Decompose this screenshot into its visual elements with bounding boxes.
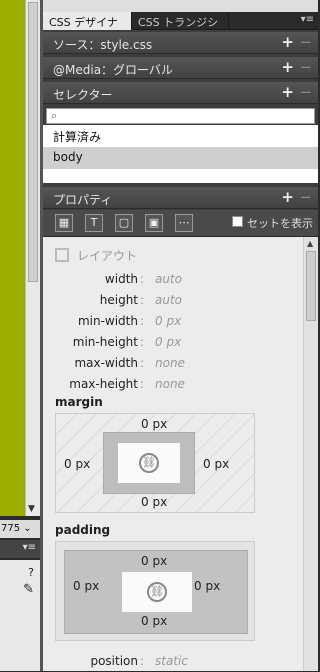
tab-css-transitions[interactable]: CSS トランジション [132,12,229,45]
colon: : [140,377,145,391]
property-name: max-height [69,377,138,391]
panel-menu-icon[interactable]: ▾≡ [301,14,314,25]
colon: : [140,272,145,286]
property-row[interactable]: min-height:0 px [43,335,303,353]
add-selector-icon[interactable]: + [281,83,294,101]
property-row[interactable]: width: auto [43,272,303,290]
scroll-up-arrow-icon[interactable]: ▲ [307,239,313,248]
property-name: min-width [77,314,138,328]
layout-category: レイアウト [55,247,137,264]
selector-item-computed[interactable]: 計算済み [43,125,318,147]
add-media-icon[interactable]: + [281,58,294,76]
left-panel-header: ▾≡ [0,540,40,558]
margin-top-value[interactable]: 0 px [141,417,167,431]
panel-menu-icon[interactable]: ▾≡ [23,542,36,553]
properties-list: レイアウト width: auto height: auto min-width:0… [43,237,303,671]
margin-inner: ⛓ [103,432,195,494]
scrollbar-thumb[interactable] [28,2,38,282]
selectors-label: セレクター [53,88,113,102]
scroll-down-arrow-icon[interactable]: ▼ [28,504,35,514]
link-values-icon[interactable]: ⛓ [147,582,167,602]
colon: : [140,293,145,307]
selector-item-body[interactable]: body [43,147,318,169]
colon: : [140,654,145,668]
margin-core: ⛓ [118,443,180,483]
properties-header[interactable]: プロパティ + − [43,187,318,209]
property-value[interactable]: 0 px [155,335,181,349]
layout-category-icon[interactable]: ▦ [55,214,73,232]
property-row[interactable]: max-width: none [43,356,303,374]
more-category-icon[interactable]: ⋯ [175,214,193,232]
show-set-checkbox[interactable] [232,216,243,227]
scrollbar-thumb[interactable] [306,251,316,321]
margin-left-value[interactable]: 0 px [64,457,90,471]
remove-source-icon[interactable]: − [299,33,312,51]
property-value[interactable]: none [155,377,185,391]
property-name: position [90,654,138,668]
padding-right-value[interactable]: 0 px [194,579,220,593]
zoom-level[interactable]: 775 ⌄ [0,520,40,538]
sources-label: ソース：style.css [53,38,153,52]
chevron-down-icon: ⌄ [23,523,32,534]
property-row[interactable]: min-width:0 px [43,314,303,332]
selector-search-input[interactable]: ⌕ [46,108,315,124]
property-row[interactable]: max-height: none [43,377,303,395]
add-source-icon[interactable]: + [281,33,294,51]
property-name: max-width [74,356,138,370]
add-property-icon[interactable]: + [281,188,294,206]
colon: : [140,356,145,370]
properties-label: プロパティ [53,193,113,207]
property-value[interactable]: auto [155,293,182,307]
property-value[interactable]: 0 px [155,314,181,328]
document-vertical-scrollbar[interactable]: ▼ [25,0,40,516]
margin-bottom-value[interactable]: 0 px [141,495,167,509]
selector-list: 計算済み body [43,125,318,183]
padding-label: padding [55,523,111,537]
border-category-icon[interactable]: ▢ [115,214,133,232]
remove-media-icon[interactable]: − [299,58,312,76]
top-strip [43,0,318,12]
property-name: height [99,293,138,307]
property-value[interactable]: static [155,654,188,668]
selectors-header[interactable]: セレクター + − [43,82,318,104]
colon: : [140,314,145,328]
property-category-toolbar: ▦ T ▢ ▣ ⋯ セットを表示 [43,210,318,237]
background-category-icon[interactable]: ▣ [145,214,163,232]
search-icon: ⌕ [51,109,58,122]
text-category-icon[interactable]: T [85,214,103,232]
property-row[interactable]: position: static [43,654,303,672]
tab-css-designer[interactable]: CSS デザイナー [43,12,132,45]
help-icon[interactable]: ? [28,566,34,579]
link-values-icon[interactable]: ⛓ [139,453,159,473]
padding-bottom-value[interactable]: 0 px [141,614,167,628]
remove-selector-icon[interactable]: − [299,83,312,101]
padding-box: ⛓ 0 px 0 px 0 px 0 px [55,541,255,641]
colon: : [140,335,145,349]
margin-right-value[interactable]: 0 px [203,457,229,471]
show-set-label: セットを表示 [247,217,313,230]
zoom-value: 775 [1,523,21,534]
layout-category-label: レイアウト [77,249,138,263]
media-header[interactable]: @Media：グローバル + − [43,57,318,79]
property-row[interactable]: height: auto [43,293,303,311]
document-canvas-edge [0,0,25,516]
properties-scrollbar[interactable]: ▲ [303,237,318,671]
remove-property-icon[interactable]: − [299,188,312,206]
left-panel-tools: ? ✎ [0,560,40,671]
property-name: min-height [72,335,138,349]
layout-icon [55,248,69,262]
property-name: width [104,272,138,286]
panel-tabs: CSS デザイナー CSS トランジション ▾≡ [43,12,318,45]
padding-core: ⛓ [122,572,192,612]
sources-header[interactable]: ソース：style.css + − [43,32,318,54]
padding-left-value[interactable]: 0 px [73,579,99,593]
margin-label: margin [55,395,103,409]
property-value[interactable]: none [155,356,185,370]
media-label: @Media：グローバル [53,63,173,77]
edit-icon[interactable]: ✎ [23,582,34,597]
margin-box: 0 px 0 px 0 px 0 px ⛓ [55,413,255,513]
property-value[interactable]: auto [155,272,182,286]
padding-top-value[interactable]: 0 px [141,554,167,568]
